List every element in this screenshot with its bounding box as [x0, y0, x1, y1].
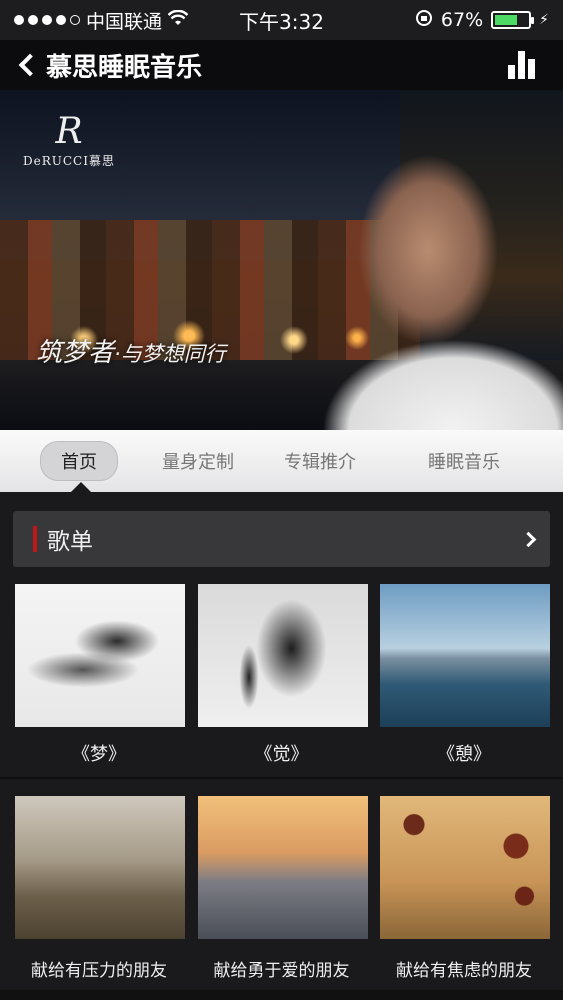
- brand-logo: R DeRUCCI慕思: [23, 111, 115, 169]
- signal-icon: [14, 15, 80, 25]
- playlist-row: 献给有压力的朋友 献给勇于爱的朋友 献给有焦虑的朋友: [13, 796, 550, 985]
- rotation-lock-icon: [415, 9, 433, 32]
- playlist-card[interactable]: 《憩》: [378, 584, 550, 769]
- playlist-card[interactable]: 《梦》: [13, 584, 185, 769]
- playlist-title: 《梦》: [72, 744, 126, 765]
- charging-icon: ⚡: [539, 12, 549, 28]
- active-tab-indicator: [71, 482, 91, 492]
- playlist-title: 献给有焦虑的朋友: [396, 961, 532, 981]
- playlist-title: 献给勇于爱的朋友: [213, 961, 350, 981]
- smoke-image: [15, 584, 185, 727]
- chevron-right-icon: [520, 531, 537, 547]
- playlist-title: 献给有压力的朋友: [31, 961, 167, 981]
- chevron-left-icon: [18, 53, 42, 77]
- tab-sleep-music[interactable]: 睡眠音乐: [408, 442, 520, 480]
- tab-albums[interactable]: 专辑推介: [264, 442, 376, 480]
- banner-image[interactable]: R DeRUCCI慕思 筑梦者·与梦想同行: [0, 90, 563, 430]
- section-title: 歌单: [47, 529, 93, 555]
- playlist-card[interactable]: 献给勇于爱的朋友: [196, 796, 368, 985]
- back-button[interactable]: 慕思睡眠音乐: [14, 47, 202, 84]
- hikers-image: [15, 796, 185, 939]
- lake-image: [380, 584, 550, 727]
- page-title: 慕思睡眠音乐: [46, 52, 203, 83]
- nav-bar: 慕思睡眠音乐: [0, 40, 563, 90]
- playlist-section-header[interactable]: 歌单: [13, 511, 550, 567]
- playlist-title: 《觉》: [254, 744, 309, 765]
- tab-home[interactable]: 首页: [40, 441, 118, 481]
- carrier-label: 中国联通: [86, 10, 163, 33]
- clock: 下午3:32: [239, 9, 324, 34]
- girl-image: [380, 796, 550, 939]
- playlist-card[interactable]: 献给有焦虑的朋友: [378, 796, 550, 985]
- playlist-title: 《憩》: [437, 744, 491, 765]
- playlist-row: 《梦》 《觉》 《憩》: [13, 584, 550, 769]
- bar-chart-icon[interactable]: [508, 51, 535, 79]
- banner-slogan: 筑梦者·与梦想同行: [36, 338, 226, 368]
- tab-custom[interactable]: 量身定制: [142, 442, 254, 480]
- battery-percent: 67%: [440, 9, 484, 31]
- wifi-icon: [167, 9, 189, 30]
- man-portrait: [303, 90, 563, 430]
- battery-icon: [491, 11, 535, 29]
- playlist-card[interactable]: 献给有压力的朋友: [13, 796, 185, 985]
- playlist-card[interactable]: 《觉》: [196, 584, 368, 769]
- status-bar: 中国联通 下午3:32 67% ⚡: [0, 0, 563, 40]
- angel-image: [197, 584, 368, 727]
- couple-image: [197, 796, 368, 939]
- divider: [0, 777, 563, 779]
